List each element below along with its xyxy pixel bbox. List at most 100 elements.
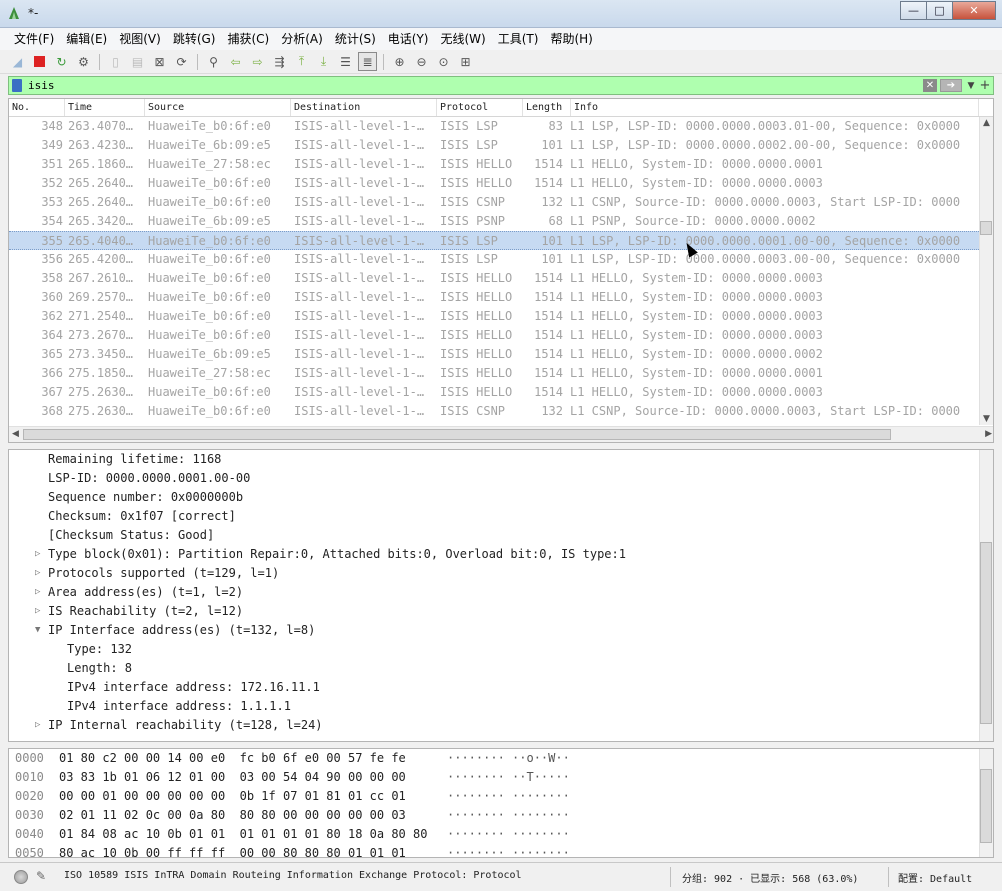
column-header-protocol[interactable]: Protocol (437, 99, 523, 116)
packet-list-vscrollbar[interactable]: ▲ ▼ (979, 117, 993, 425)
maximize-button[interactable]: □ (926, 1, 953, 20)
edit-comment-icon[interactable]: ✎ (36, 869, 46, 883)
menu-wireless[interactable]: 无线(W) (435, 29, 492, 49)
autoscroll-icon[interactable]: ☰ (336, 52, 355, 71)
expanded-arrow-icon[interactable]: ▼ (35, 621, 40, 640)
bytes-row[interactable]: 0000 01 80 c2 00 00 14 00 e0 fc b0 6f e0 … (9, 749, 993, 768)
open-file-icon[interactable]: ▯ (106, 52, 125, 71)
bytes-row[interactable]: 0030 02 01 11 02 0c 00 0a 80 80 80 00 00 … (9, 806, 993, 825)
capture-options-icon[interactable]: ⚙ (74, 52, 93, 71)
last-packet-icon[interactable]: ⤓ (314, 52, 333, 71)
add-filter-icon[interactable]: + (977, 78, 993, 93)
packet-row[interactable]: 367 275.2630… HuaweiTe_b0:6f:e0 ISIS-all-le… (9, 383, 993, 402)
detail-tree-item[interactable]: ▷ IP Internal reachability (t=128, l=24) (9, 716, 993, 735)
expert-info-icon[interactable] (14, 870, 28, 884)
bookmark-icon[interactable] (12, 79, 22, 92)
menu-help[interactable]: 帮助(H) (544, 29, 598, 49)
packet-row[interactable]: 358 267.2610… HuaweiTe_b0:6f:e0 ISIS-all-le… (9, 269, 993, 288)
packet-row[interactable]: 362 271.2540… HuaweiTe_b0:6f:e0 ISIS-all-le… (9, 307, 993, 326)
packet-row[interactable]: 354 265.3420… HuaweiTe_6b:09:e5 ISIS-all-le… (9, 212, 993, 231)
detail-tree-item[interactable]: Type: 132 (9, 640, 993, 659)
zoom-out-icon[interactable]: ⊖ (412, 52, 431, 71)
scroll-thumb[interactable] (980, 769, 992, 843)
scroll-down-icon[interactable]: ▼ (983, 414, 990, 424)
detail-tree-item[interactable]: LSP-ID: 0000.0000.0001.00-00 (9, 469, 993, 488)
column-header-time[interactable]: Time (65, 99, 145, 116)
packet-row[interactable]: 351 265.1860… HuaweiTe_27:58:ec ISIS-all-le… (9, 155, 993, 174)
detail-tree-item[interactable]: [Checksum Status: Good] (9, 526, 993, 545)
menu-view[interactable]: 视图(V) (113, 29, 167, 49)
column-header-source[interactable]: Source (145, 99, 291, 116)
menu-telephony[interactable]: 电话(Y) (382, 29, 435, 49)
menu-go[interactable]: 跳转(G) (167, 29, 222, 49)
detail-tree-item[interactable]: ▼ IP Interface address(es) (t=132, l=8) (9, 621, 993, 640)
save-file-icon[interactable]: ▤ (128, 52, 147, 71)
column-header-destination[interactable]: Destination (291, 99, 437, 116)
scroll-right-icon[interactable]: ▶ (985, 429, 992, 439)
collapsed-arrow-icon[interactable]: ▷ (35, 602, 40, 621)
scroll-left-icon[interactable]: ◀ (12, 429, 19, 439)
packet-list-hscrollbar[interactable]: ◀ ▶ (9, 426, 993, 442)
column-header-length[interactable]: Length (523, 99, 571, 116)
collapsed-arrow-icon[interactable]: ▷ (35, 564, 40, 583)
menu-analyze[interactable]: 分析(A) (275, 29, 329, 49)
go-forward-icon[interactable]: ⇨ (248, 52, 267, 71)
detail-tree-item[interactable]: ▷ Type block(0x01): Partition Repair:0, A… (9, 545, 993, 564)
colorize-icon[interactable]: ≣ (358, 52, 377, 71)
packet-row[interactable]: 364 273.2670… HuaweiTe_b0:6f:e0 ISIS-all-le… (9, 326, 993, 345)
packet-row[interactable]: 348 263.4070… HuaweiTe_b0:6f:e0 ISIS-all-le… (9, 117, 993, 136)
menu-file[interactable]: 文件(F) (8, 29, 60, 49)
menu-statistics[interactable]: 统计(S) (329, 29, 382, 49)
collapsed-arrow-icon[interactable]: ▷ (35, 716, 40, 735)
first-packet-icon[interactable]: ⤒ (292, 52, 311, 71)
start-capture-icon[interactable]: ◢ (8, 52, 27, 71)
bytes-row[interactable]: 0050 80 ac 10 0b 00 ff ff ff 00 00 80 80 … (9, 844, 993, 857)
stop-capture-icon[interactable] (30, 52, 49, 71)
zoom-in-icon[interactable]: ⊕ (390, 52, 409, 71)
detail-tree-item[interactable]: ▷ IS Reachability (t=2, l=12) (9, 602, 993, 621)
column-header-info[interactable]: Info (571, 99, 979, 116)
display-filter-input[interactable] (22, 77, 923, 94)
packet-row[interactable]: 360 269.2570… HuaweiTe_b0:6f:e0 ISIS-all-le… (9, 288, 993, 307)
details-vscrollbar[interactable] (979, 450, 993, 741)
detail-tree-item[interactable]: Remaining lifetime: 1168 (9, 450, 993, 469)
collapsed-arrow-icon[interactable]: ▷ (35, 583, 40, 602)
resize-columns-icon[interactable]: ⊞ (456, 52, 475, 71)
detail-tree-item[interactable]: Sequence number: 0x0000000b (9, 488, 993, 507)
scroll-up-icon[interactable]: ▲ (983, 118, 990, 128)
go-to-packet-icon[interactable]: ⇶ (270, 52, 289, 71)
packet-row[interactable]: 368 275.2630… HuaweiTe_b0:6f:e0 ISIS-all-le… (9, 402, 993, 421)
packet-row[interactable]: 356 265.4200… HuaweiTe_b0:6f:e0 ISIS-all-le… (9, 250, 993, 269)
chevron-down-icon[interactable]: ▼ (965, 81, 977, 91)
bytes-row[interactable]: 0010 03 83 1b 01 06 12 01 00 03 00 54 04 … (9, 768, 993, 787)
restart-capture-icon[interactable]: ↻ (52, 52, 71, 71)
minimize-button[interactable]: — (900, 1, 927, 20)
detail-tree-item[interactable]: Length: 8 (9, 659, 993, 678)
detail-tree-item[interactable]: ▷ Area address(es) (t=1, l=2) (9, 583, 993, 602)
profile-indicator[interactable]: 配置: Default (898, 870, 972, 885)
packet-row[interactable]: 352 265.2640… HuaweiTe_b0:6f:e0 ISIS-all-le… (9, 174, 993, 193)
reload-file-icon[interactable]: ⟳ (172, 52, 191, 71)
scroll-thumb[interactable] (980, 542, 992, 724)
packet-row[interactable]: 353 265.2640… HuaweiTe_b0:6f:e0 ISIS-all-le… (9, 193, 993, 212)
detail-tree-item[interactable]: ▷ Protocols supported (t=129, l=1) (9, 564, 993, 583)
packet-row-selected[interactable]: 355 265.4040… HuaweiTe_b0:6f:e0 ISIS-all-le… (9, 231, 993, 250)
column-header-no[interactable]: No. (9, 99, 65, 116)
scroll-thumb[interactable] (980, 221, 992, 235)
collapsed-arrow-icon[interactable]: ▷ (35, 545, 40, 564)
detail-tree-item[interactable]: Checksum: 0x1f07 [correct] (9, 507, 993, 526)
scroll-thumb[interactable] (23, 429, 891, 440)
packet-row[interactable]: 366 275.1850… HuaweiTe_27:58:ec ISIS-all-le… (9, 364, 993, 383)
menu-tools[interactable]: 工具(T) (492, 29, 545, 49)
close-button[interactable]: ✕ (952, 1, 996, 20)
find-packet-icon[interactable]: ⚲ (204, 52, 223, 71)
go-back-icon[interactable]: ⇦ (226, 52, 245, 71)
clear-filter-icon[interactable]: ✕ (923, 79, 937, 92)
detail-tree-item[interactable]: IPv4 interface address: 172.16.11.1 (9, 678, 993, 697)
close-file-icon[interactable]: ⊠ (150, 52, 169, 71)
bytes-row[interactable]: 0020 00 00 01 00 00 00 00 00 0b 1f 07 01 … (9, 787, 993, 806)
zoom-reset-icon[interactable]: ⊙ (434, 52, 453, 71)
bytes-vscrollbar[interactable] (979, 749, 993, 857)
packet-row[interactable]: 349 263.4230… HuaweiTe_6b:09:e5 ISIS-all-le… (9, 136, 993, 155)
detail-tree-item[interactable]: IPv4 interface address: 1.1.1.1 (9, 697, 993, 716)
